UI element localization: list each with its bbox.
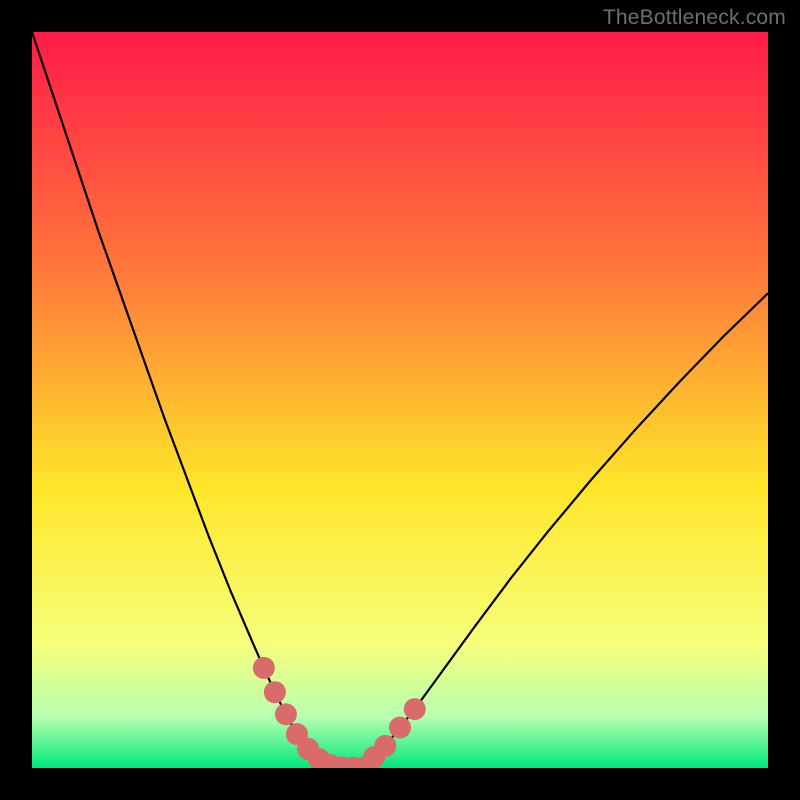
watermark-text: TheBottleneck.com	[603, 6, 786, 30]
curve-marker	[264, 681, 286, 703]
bottleneck-chart-svg	[32, 32, 768, 768]
curve-marker	[374, 735, 396, 757]
curve-marker	[253, 657, 275, 679]
curve-marker	[275, 703, 297, 725]
plot-area	[32, 32, 768, 768]
curve-marker	[404, 698, 426, 720]
curve-marker	[389, 717, 411, 739]
chart-frame: TheBottleneck.com	[0, 0, 800, 800]
gradient-background	[32, 32, 768, 768]
